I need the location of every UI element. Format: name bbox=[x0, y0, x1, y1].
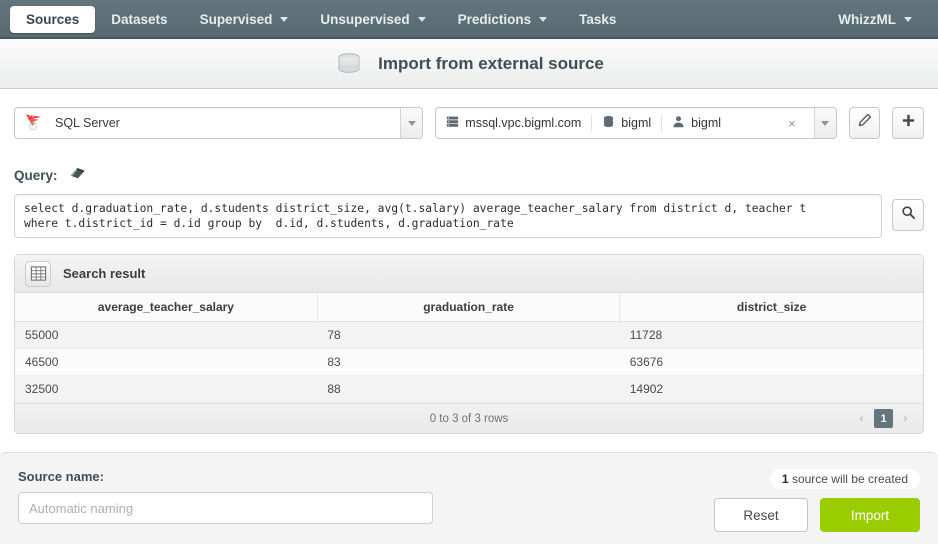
table-row: 46500 83 63676 bbox=[15, 348, 923, 376]
chevron-down-icon bbox=[407, 120, 416, 126]
navbar-items: Sources Datasets Supervised Unsupervised… bbox=[10, 6, 822, 33]
import-button[interactable]: Import bbox=[820, 498, 920, 532]
table-pagination: 0 to 3 of 3 rows ‹ 1 › bbox=[15, 403, 923, 433]
search-result-header: Search result bbox=[15, 255, 923, 293]
nav-item-label: Sources bbox=[26, 12, 80, 27]
connection-user: bigml × bbox=[662, 115, 814, 131]
edit-connection-button[interactable] bbox=[848, 107, 881, 139]
source-type-value: SQL Server bbox=[55, 116, 120, 130]
table-row: 55000 78 11728 bbox=[15, 321, 923, 349]
chevron-down-icon bbox=[417, 17, 426, 22]
query-label-row: Query: bbox=[14, 163, 924, 187]
pagination-page-1[interactable]: 1 bbox=[874, 409, 893, 428]
connection-segments: mssql.vpc.bigml.com bigml bigml × bbox=[436, 115, 813, 131]
pagination-prev-button[interactable]: ‹ bbox=[852, 409, 871, 428]
connection-row: SQL Server mssql.vpc.bigml.com bigml big… bbox=[14, 107, 924, 139]
chevron-down-icon bbox=[280, 17, 289, 22]
table-grid-icon bbox=[25, 260, 51, 287]
nav-item-sources[interactable]: Sources bbox=[10, 6, 96, 33]
source-name-input[interactable] bbox=[18, 492, 433, 524]
source-count-number: 1 bbox=[781, 472, 789, 486]
chevron-down-icon bbox=[539, 17, 548, 22]
column-header-average-teacher-salary[interactable]: average_teacher_salary bbox=[15, 293, 318, 322]
connection-host: mssql.vpc.bigml.com bbox=[436, 115, 593, 131]
connection-dropdown-arrow[interactable] bbox=[813, 108, 836, 138]
clear-connection-icon[interactable]: × bbox=[788, 116, 804, 131]
user-icon bbox=[672, 115, 685, 131]
sql-server-icon bbox=[23, 110, 45, 137]
nav-item-whizzml[interactable]: WhizzML bbox=[822, 6, 928, 33]
nav-item-label: Predictions bbox=[457, 12, 532, 27]
chevron-down-icon bbox=[821, 120, 830, 126]
navbar-right: WhizzML bbox=[822, 6, 928, 33]
page-header: Import from external source bbox=[0, 39, 938, 89]
search-result-panel: Search result average_teacher_salary gra… bbox=[14, 254, 924, 434]
top-navbar: Sources Datasets Supervised Unsupervised… bbox=[0, 0, 938, 39]
database-icon bbox=[334, 49, 364, 79]
bottom-actions: 1 source will be created Reset Import bbox=[714, 469, 920, 532]
query-row: select d.graduation_rate, d.students dis… bbox=[14, 194, 924, 238]
source-name-label: Source name: bbox=[18, 469, 104, 484]
nav-item-tasks[interactable]: Tasks bbox=[563, 6, 632, 33]
source-type-select-value-wrap: SQL Server bbox=[15, 110, 400, 137]
nav-item-supervised[interactable]: Supervised bbox=[184, 6, 305, 33]
magnifier-icon bbox=[901, 205, 916, 225]
table-header-row: average_teacher_salary graduation_rate d… bbox=[15, 293, 923, 322]
page-title: Import from external source bbox=[378, 53, 604, 73]
nav-item-label: Unsupervised bbox=[320, 12, 410, 27]
nav-item-predictions[interactable]: Predictions bbox=[442, 6, 564, 33]
connection-user-label: bigml bbox=[691, 116, 722, 130]
cell-district-size: 63676 bbox=[619, 348, 923, 376]
source-type-select[interactable]: SQL Server bbox=[14, 107, 424, 139]
table-body: 55000 78 11728 46500 83 63676 32500 88 1… bbox=[15, 321, 923, 403]
nav-item-label: Tasks bbox=[579, 12, 617, 27]
source-count-badge: 1 source will be created bbox=[769, 469, 920, 489]
pagination-summary: 0 to 3 of 3 rows bbox=[429, 412, 509, 425]
pagination-controls: ‹ 1 › bbox=[849, 409, 923, 428]
column-header-district-size[interactable]: district_size bbox=[619, 293, 923, 322]
cell-district-size: 11728 bbox=[619, 321, 923, 349]
source-name-group: Source name: bbox=[18, 469, 714, 524]
cell-average-teacher-salary: 46500 bbox=[15, 348, 318, 376]
book-icon[interactable] bbox=[68, 163, 87, 187]
nav-item-label: Supervised bbox=[199, 12, 273, 27]
connection-database-label: bigml bbox=[621, 116, 652, 130]
run-query-button[interactable] bbox=[892, 199, 924, 231]
source-count-text: source will be created bbox=[791, 472, 908, 486]
column-header-graduation-rate[interactable]: graduation_rate bbox=[317, 293, 621, 322]
cell-average-teacher-salary: 55000 bbox=[15, 321, 318, 349]
reset-button[interactable]: Reset bbox=[714, 498, 808, 532]
server-icon bbox=[446, 115, 459, 131]
search-result-title: Search result bbox=[63, 266, 146, 281]
table-row: 32500 88 14902 bbox=[15, 375, 923, 403]
nav-item-label: WhizzML bbox=[838, 12, 896, 27]
sql-query-input[interactable]: select d.graduation_rate, d.students dis… bbox=[14, 194, 882, 238]
page-content: SQL Server mssql.vpc.bigml.com bigml big… bbox=[0, 107, 938, 434]
chevron-down-icon bbox=[904, 17, 912, 22]
button-row: Reset Import bbox=[714, 498, 920, 532]
plus-icon bbox=[901, 113, 916, 133]
bottom-action-bar: Source name: 1 source will be created Re… bbox=[0, 452, 938, 544]
source-type-dropdown-arrow[interactable] bbox=[400, 108, 423, 138]
pencil-icon bbox=[857, 113, 872, 133]
connection-database: bigml bbox=[592, 115, 663, 131]
nav-item-unsupervised[interactable]: Unsupervised bbox=[304, 6, 441, 33]
query-label: Query: bbox=[14, 167, 58, 183]
pagination-next-button[interactable]: › bbox=[896, 409, 915, 428]
cell-graduation-rate: 78 bbox=[317, 321, 620, 349]
database-small-icon bbox=[602, 115, 615, 131]
cell-district-size: 14902 bbox=[619, 375, 923, 403]
search-result-table: average_teacher_salary graduation_rate d… bbox=[15, 293, 923, 403]
nav-item-datasets[interactable]: Datasets bbox=[95, 6, 183, 33]
cell-graduation-rate: 88 bbox=[317, 375, 620, 403]
cell-graduation-rate: 83 bbox=[317, 348, 620, 376]
nav-item-label: Datasets bbox=[111, 12, 168, 27]
connection-host-label: mssql.vpc.bigml.com bbox=[465, 116, 582, 130]
table-header: average_teacher_salary graduation_rate d… bbox=[15, 293, 923, 322]
add-connection-button[interactable] bbox=[892, 107, 924, 139]
cell-average-teacher-salary: 32500 bbox=[15, 375, 318, 403]
connection-select[interactable]: mssql.vpc.bigml.com bigml bigml × bbox=[435, 107, 837, 139]
